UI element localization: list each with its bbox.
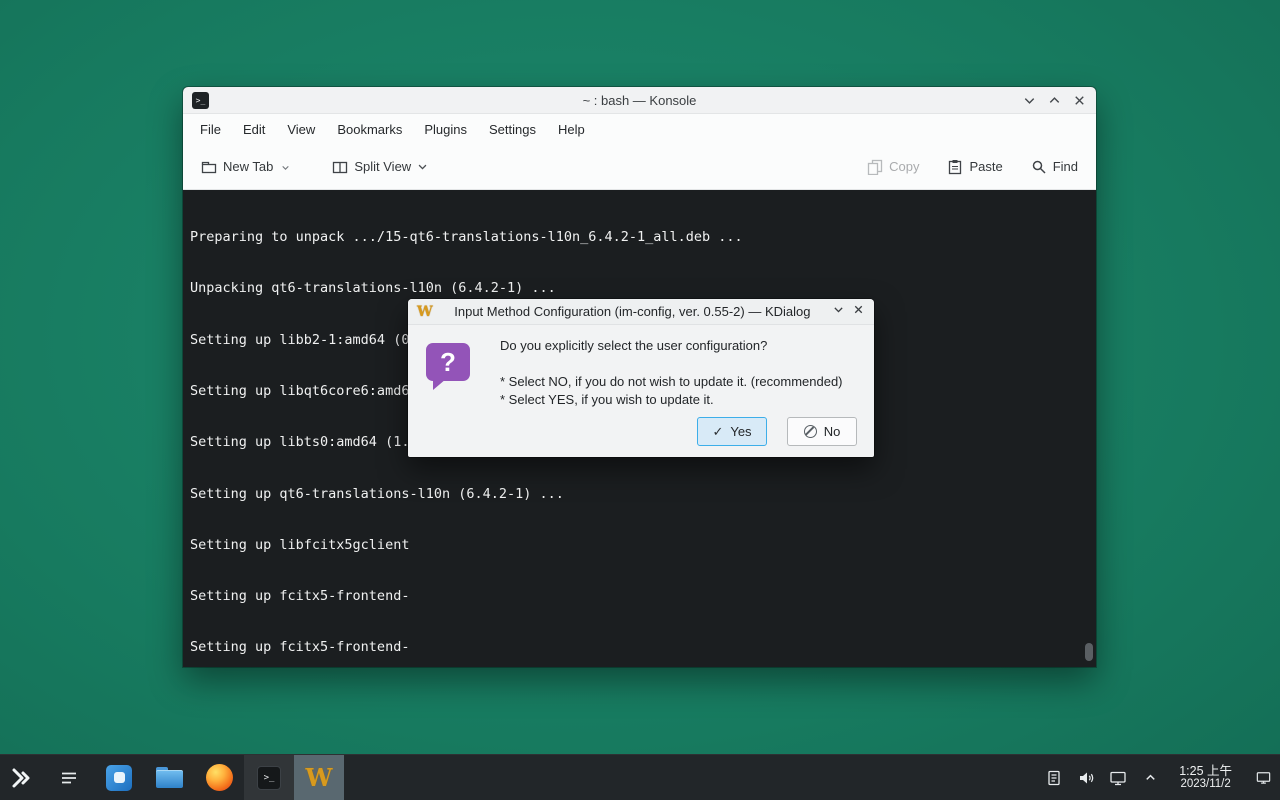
titlebar[interactable]: >_ ~ : bash — Konsole [183,87,1096,114]
menubar: File Edit View Bookmarks Plugins Setting… [183,114,1096,144]
desktop: >_ ~ : bash — Konsole File Edit View Boo… [0,0,1280,800]
volume-icon[interactable] [1077,769,1095,787]
no-button[interactable]: No [787,417,857,446]
minimize-icon[interactable] [1021,92,1037,108]
menu-edit[interactable]: Edit [232,114,276,144]
show-desktop-icon [1255,769,1272,786]
launcher-icon [10,766,34,790]
dialog-close-icon[interactable] [852,303,865,321]
taskbar-app-konsole[interactable]: >_ [244,755,294,800]
menu-settings[interactable]: Settings [478,114,547,144]
show-desktop-button[interactable] [1254,769,1272,787]
menu-bookmarks[interactable]: Bookmarks [326,114,413,144]
paste-button[interactable]: Paste [947,159,1002,175]
wine-icon: W [306,766,333,790]
new-tab-button[interactable]: New Tab [201,159,290,175]
taskbar-app-firefox[interactable] [194,755,244,800]
system-tray: 1:25 上午 2023/11/2 [1045,765,1280,791]
copy-label: Copy [889,159,919,174]
split-view-icon [332,159,348,175]
paste-label: Paste [969,159,1002,174]
application-launcher-button[interactable] [0,755,44,800]
tray-expander-icon[interactable] [1141,769,1159,787]
konsole-app-icon: >_ [192,92,209,109]
maximize-icon[interactable] [1046,92,1062,108]
paste-icon [947,159,963,175]
dialog-buttons: ✓ Yes No [697,417,857,446]
menu-view[interactable]: View [276,114,326,144]
blue-app-icon [106,765,132,791]
find-button[interactable]: Find [1031,159,1078,175]
terminal-line: Setting up fcitx5-frontend- [190,639,1082,656]
menu-help[interactable]: Help [547,114,596,144]
yes-button-label: Yes [730,424,751,439]
dialog-option-yes-text: * Select YES, if you wish to update it. [500,392,714,407]
clock-date: 2023/11/2 [1179,778,1232,791]
split-view-menu-arrow-icon [417,161,428,172]
menu-file[interactable]: File [189,114,232,144]
yes-button[interactable]: ✓ Yes [697,417,767,446]
terminal-line: Setting up qt6-translations-l10n (6.4.2-… [190,486,1082,503]
terminal-line: Preparing to unpack .../15-qt6-translati… [190,229,1082,246]
clock-time: 1:25 上午 [1179,765,1232,778]
display-settings-icon[interactable] [1109,769,1127,787]
new-tab-icon [201,159,217,175]
terminal-scrollbar-thumb[interactable] [1085,643,1093,661]
taskbar-app-wine[interactable]: W [294,755,344,800]
taskbar-app-blue[interactable] [94,755,144,800]
window-list-icon [59,768,79,788]
taskbar-app-file-manager[interactable] [144,755,194,800]
new-tab-label: New Tab [223,159,273,174]
find-label: Find [1053,159,1078,174]
dialog-menu-arrow-icon[interactable] [832,303,845,321]
digital-clock[interactable]: 1:25 上午 2023/11/2 [1173,765,1238,791]
window-title: ~ : bash — Konsole [183,93,1096,108]
dialog-option-no-text: * Select NO, if you do not wish to updat… [500,374,843,389]
terminal-line: Unpacking qt6-translations-l10n (6.4.2-1… [190,280,1082,297]
firefox-icon [206,764,233,791]
dialog-title: Input Method Configuration (im-config, v… [440,304,825,319]
konsole-icon: >_ [257,766,281,790]
search-icon [1031,159,1047,175]
copy-icon [867,159,883,175]
question-mark-icon: ? [426,343,472,389]
dialog-titlebar[interactable]: W Input Method Configuration (im-config,… [408,299,874,325]
toolbar: New Tab Split View Copy Paste [183,144,1096,190]
wine-icon: W [417,305,433,319]
taskbar: >_ W 1:25 上午 2023/11/2 [0,754,1280,800]
menu-plugins[interactable]: Plugins [413,114,478,144]
window-list-button[interactable] [44,755,94,800]
terminal-line: Setting up fcitx5-frontend- [190,588,1082,605]
close-icon[interactable] [1071,92,1087,108]
kdialog-window: W Input Method Configuration (im-config,… [408,299,874,457]
no-button-label: No [824,424,841,439]
copy-button[interactable]: Copy [867,159,919,175]
window-controls [1021,92,1087,108]
split-view-button[interactable]: Split View [332,159,428,175]
dialog-question-text: Do you explicitly select the user config… [500,338,767,353]
check-icon: ✓ [712,424,723,440]
prohibition-icon [804,425,817,438]
clipboard-icon[interactable] [1045,769,1063,787]
new-tab-menu-arrow-icon [281,163,290,172]
terminal-line: Setting up libfcitx5gclient [190,537,1082,554]
dialog-body: ? Do you explicitly select the user conf… [408,325,874,457]
split-view-label: Split View [354,159,411,174]
file-manager-icon [156,767,183,788]
